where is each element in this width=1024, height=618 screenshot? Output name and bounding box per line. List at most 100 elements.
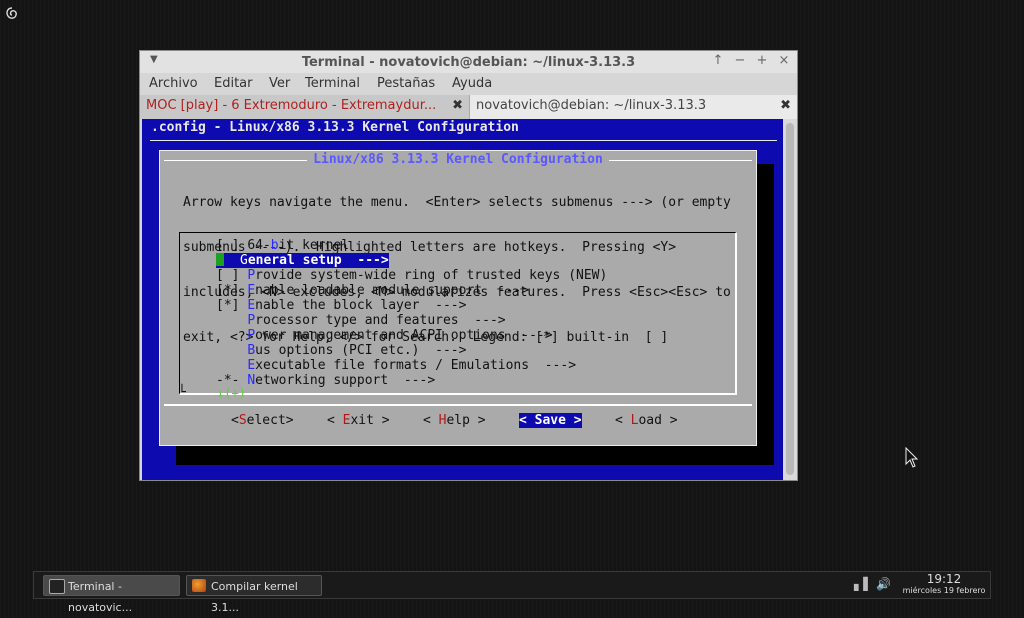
volume-icon[interactable]: 🔊: [876, 577, 891, 591]
button-text: elect: [246, 413, 286, 428]
button-text: >: [661, 413, 678, 428]
item-hotkey: b: [270, 238, 279, 253]
shade-button[interactable]: ↑: [711, 54, 725, 68]
item-hotkey: P: [247, 328, 256, 343]
terminal-scrollbar[interactable]: [783, 119, 797, 480]
item-hotkey: E: [247, 283, 256, 298]
tab-moc-player[interactable]: MOC [play] - 6 Extremoduro - Extremaydur…: [140, 95, 469, 119]
cursor-marker: [216, 253, 224, 266]
button-text: >: [469, 413, 486, 428]
button-text: <: [423, 413, 439, 428]
button-text: <: [231, 413, 239, 428]
button-separator: [164, 404, 752, 406]
item-text: eneral setup --->: [247, 253, 389, 268]
list-corner: └: [178, 385, 186, 400]
window-title: Terminal - novatovich@debian: ~/linux-3.…: [301, 55, 636, 70]
menu-item[interactable]: [*] Enable the block layer --->: [216, 298, 466, 313]
item-text: xecutable file formats / Emulations --->: [255, 358, 577, 373]
menu-item[interactable]: [ ] 64-bit kernel: [216, 238, 349, 253]
config-title: .config - Linux/x86 3.13.3 Kernel Config…: [151, 120, 519, 135]
menu-terminal[interactable]: Terminal: [305, 76, 360, 91]
firefox-icon: [192, 579, 206, 592]
debian-logo-icon[interactable]: [4, 6, 20, 22]
menu-item[interactable]: Bus options (PCI etc.) --->: [216, 343, 466, 358]
tab-label: MOC [play] - 6 Extremoduro - Extremaydur…: [146, 98, 437, 113]
item-hotkey: P: [247, 313, 256, 328]
button-text: <: [519, 413, 535, 428]
item-hotkey: B: [247, 343, 256, 358]
clock[interactable]: 19:12 miércoles 19 febrero: [900, 573, 988, 596]
menu-item[interactable]: [ ] Provide system-wide ring of trusted …: [216, 268, 607, 283]
item-prefix: [216, 328, 247, 343]
menu-ayuda[interactable]: Ayuda: [452, 76, 492, 91]
item-text: nable loadable module support --->: [255, 283, 530, 298]
select-button[interactable]: <Select>: [231, 413, 294, 428]
tab-close-icon[interactable]: ✖: [452, 95, 463, 117]
terminal-screen[interactable]: .config - Linux/x86 3.13.3 Kernel Config…: [142, 119, 783, 480]
tab-terminal[interactable]: novatovich@debian: ~/linux-3.13.3 ✖: [469, 95, 797, 119]
item-text: 64-: [247, 238, 271, 253]
taskbar-terminal[interactable]: Terminal - novatovic...: [43, 575, 180, 614]
menu-item[interactable]: -*- Networking support --->: [216, 373, 435, 388]
mouse-cursor-icon: [905, 447, 919, 468]
button-text: >: [565, 413, 582, 428]
item-prefix: [ ]: [216, 238, 248, 253]
button-text: <: [327, 413, 343, 428]
exit-button[interactable]: < Exit >: [327, 413, 390, 428]
item-hotkey: N: [247, 373, 256, 388]
help-button[interactable]: < Help >: [423, 413, 486, 428]
help-line: Arrow keys navigate the menu. <Enter> se…: [183, 195, 731, 210]
task-label: Compilar kernel 3.1...: [211, 580, 298, 614]
item-prefix: [216, 313, 247, 328]
menu-editar[interactable]: Editar: [214, 76, 253, 91]
taskbar: Terminal - novatovic... Compilar kernel …: [33, 571, 991, 614]
button-hotkey: S: [238, 413, 247, 428]
item-prefix: [ ]: [216, 268, 248, 283]
menu-archivo[interactable]: Archivo: [149, 76, 198, 91]
load-button[interactable]: < Load >: [615, 413, 678, 428]
network-signal-icon[interactable]: ▖▌: [854, 577, 872, 591]
clock-time: 19:12: [926, 572, 962, 586]
item-text: rovide system-wide ring of trusted keys …: [255, 268, 608, 283]
button-text: >: [373, 413, 390, 428]
item-hotkey: E: [247, 298, 256, 313]
close-button[interactable]: ×: [777, 54, 791, 68]
item-prefix: [*]: [216, 283, 248, 298]
item-text: ower management and ACPI options --->: [255, 328, 553, 343]
menu-item[interactable]: Executable file formats / Emulations ---…: [216, 358, 576, 373]
button-text: oad: [638, 413, 662, 428]
tab-close-icon[interactable]: ✖: [780, 95, 791, 117]
menu-item[interactable]: General setup --->: [216, 253, 389, 268]
item-prefix: [216, 343, 247, 358]
item-text: etworking support --->: [255, 373, 436, 388]
tab-bar: MOC [play] - 6 Extremoduro - Extremaydur…: [140, 95, 797, 119]
save-button[interactable]: < Save >: [519, 413, 582, 428]
taskbar-browser[interactable]: Compilar kernel 3.1...: [186, 575, 322, 614]
window-titlebar[interactable]: ▼ Terminal - novatovich@debian: ~/linux-…: [140, 51, 797, 73]
maximize-button[interactable]: +: [755, 54, 769, 68]
item-text: rocessor type and features --->: [255, 313, 506, 328]
menu-item[interactable]: [*] Enable loadable module support --->: [216, 283, 529, 298]
item-hotkey: G: [240, 253, 248, 268]
task-label: Terminal - novatovic...: [68, 580, 133, 614]
menu-item[interactable]: Processor type and features --->: [216, 313, 506, 328]
scrollbar-thumb[interactable]: [786, 123, 794, 475]
button-text: >: [285, 413, 294, 428]
button-text: ave: [542, 413, 566, 428]
item-text: nable the block layer --->: [255, 298, 467, 313]
menu-pestanas[interactable]: Pestañas: [377, 76, 435, 91]
item-hotkey: E: [247, 358, 256, 373]
item-text: it kernel: [278, 238, 350, 253]
menu-item[interactable]: Power management and ACPI options --->: [216, 328, 553, 343]
item-text: us options (PCI etc.) --->: [255, 343, 467, 358]
terminal-window: ▼ Terminal - novatovich@debian: ~/linux-…: [139, 50, 798, 481]
menu-ver[interactable]: Ver: [269, 76, 290, 91]
top-rule: [150, 140, 777, 141]
item-prefix: [*]: [216, 298, 248, 313]
button-row: <Select> < Exit > < Help > < Save > < Load >: [160, 413, 756, 429]
item-prefix: [216, 358, 247, 373]
tab-label: novatovich@debian: ~/linux-3.13.3: [476, 98, 707, 113]
minimize-button[interactable]: −: [733, 54, 747, 68]
button-text: elp: [446, 413, 470, 428]
button-text: <: [615, 413, 631, 428]
